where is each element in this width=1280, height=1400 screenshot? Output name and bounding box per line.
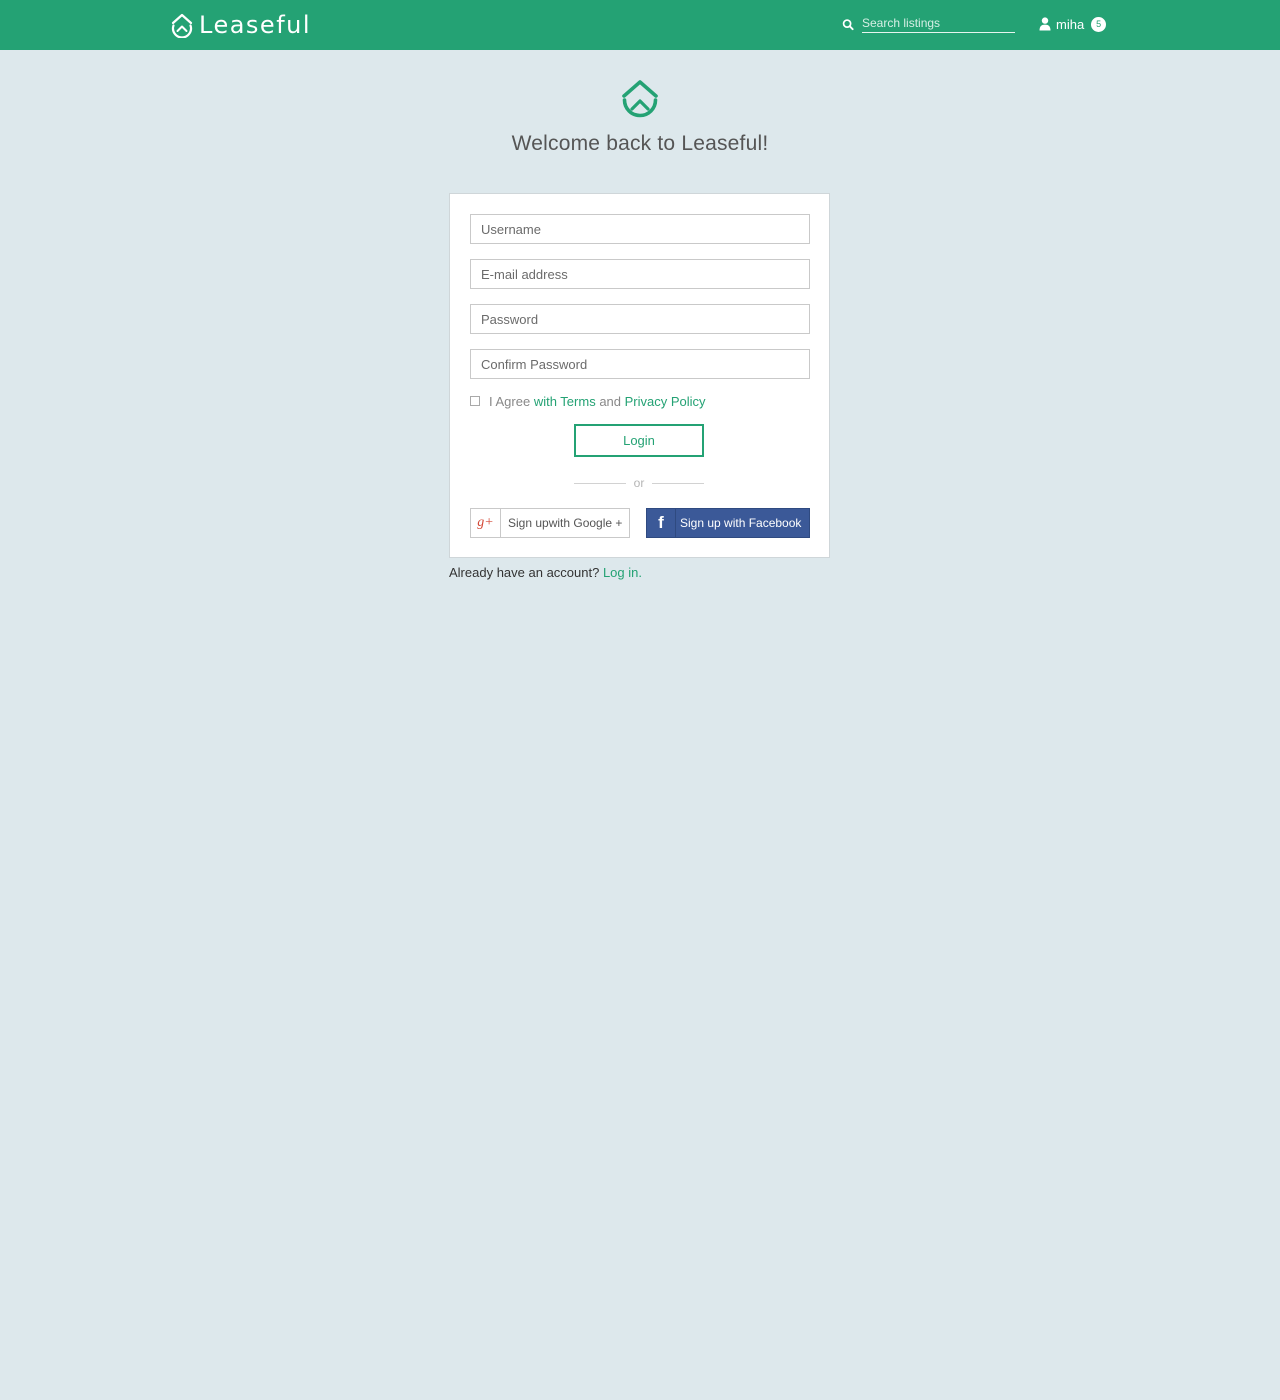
login-button[interactable]: Login (574, 424, 704, 457)
login-link[interactable]: Log in. (603, 565, 642, 580)
agree-and-label: and (595, 393, 625, 409)
google-signup-label: Sign upwith Google + (508, 516, 623, 530)
password-field[interactable] (470, 304, 810, 334)
agree-terms-row: I Agree with Terms and Privacy Policy (470, 392, 706, 410)
top-navbar: Leaseful miha 5 (0, 0, 1280, 50)
terms-link[interactable]: with Terms (534, 394, 596, 409)
privacy-policy-link[interactable]: Privacy Policy (625, 394, 706, 409)
or-divider: or (574, 476, 704, 490)
facebook-signup-label: Sign up with Facebook (680, 516, 802, 530)
divider-line-right (652, 483, 704, 484)
brand-logo-link[interactable]: Leaseful (169, 11, 311, 39)
login-prompt: Already have an account? Log in. (449, 565, 642, 581)
agree-label: I Agree (489, 393, 534, 409)
agree-checkbox[interactable] (470, 396, 480, 406)
user-menu[interactable]: miha 5 (1039, 14, 1107, 34)
email-field[interactable] (470, 259, 810, 289)
google-signup-button[interactable]: g+ Sign upwith Google + (470, 508, 630, 538)
brand-name: Leaseful (199, 11, 312, 39)
facebook-icon: f (647, 509, 676, 537)
login-prompt-text: Already have an account? (449, 565, 600, 580)
signup-card: I Agree with Terms and Privacy Policy Lo… (449, 193, 830, 558)
search-input[interactable] (862, 13, 1015, 33)
search-box (842, 13, 1015, 33)
google-plus-icon: g+ (471, 509, 501, 537)
user-icon (1039, 17, 1051, 31)
username-field[interactable] (470, 214, 810, 244)
house-logo-icon (171, 13, 193, 38)
confirm-password-field[interactable] (470, 349, 810, 379)
house-logo-icon (622, 80, 658, 118)
search-icon[interactable] (842, 18, 855, 32)
page-title: Welcome back to Leaseful! (511, 132, 769, 155)
notification-badge: 5 (1091, 16, 1107, 32)
user-name: miha (1056, 16, 1085, 32)
facebook-signup-button[interactable]: f Sign up with Facebook (646, 508, 810, 538)
